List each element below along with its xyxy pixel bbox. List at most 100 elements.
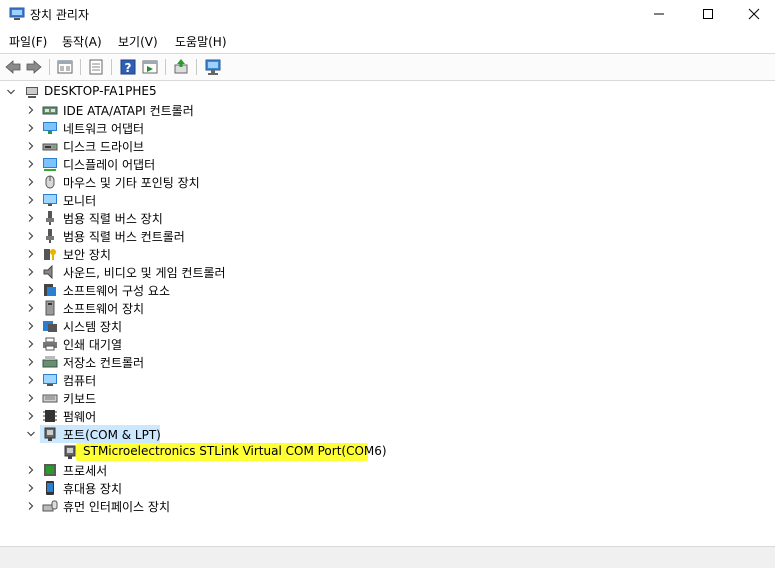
tree-category[interactable]: 프로세서 [0, 461, 775, 479]
tree-category[interactable]: 사운드, 비디오 및 게임 컨트롤러 [0, 263, 775, 281]
disk-drive-icon [42, 143, 58, 151]
svg-text:?: ? [125, 61, 132, 75]
tree-category[interactable]: 키보드 [0, 389, 775, 407]
maximize-icon [703, 9, 713, 19]
tree-category[interactable]: 펌웨어 [0, 407, 775, 425]
tree-item-label: 사운드, 비디오 및 게임 컨트롤러 [63, 266, 226, 280]
menu-file[interactable]: 파일(F) [9, 33, 47, 50]
chevron-right-icon[interactable] [26, 285, 36, 295]
toolbar-separator [196, 59, 197, 75]
tree-category[interactable]: 컴퓨터 [0, 371, 775, 389]
chevron-right-icon[interactable] [26, 231, 36, 241]
tree-category[interactable]: 모니터 [0, 191, 775, 209]
window-title: 장치 관리자 [30, 8, 90, 22]
display-adapter-icon [43, 158, 57, 171]
tree-device[interactable]: STMicroelectronics STLink Virtual COM Po… [0, 443, 775, 461]
tree-category[interactable]: 포트(COM & LPT) [0, 425, 775, 443]
scan-hardware-icon[interactable] [204, 58, 222, 76]
maximize-button[interactable] [685, 0, 731, 28]
chevron-right-icon[interactable] [26, 141, 36, 151]
chevron-right-icon[interactable] [26, 105, 36, 115]
tree-item-label: 포트(COM & LPT) [63, 428, 161, 442]
tree-item-label: 디스플레이 어댑터 [63, 158, 156, 172]
close-button[interactable] [731, 0, 775, 28]
device-view-icon[interactable] [56, 58, 74, 76]
monitor-icon [43, 194, 57, 206]
tree-category[interactable]: 마우스 및 기타 포인팅 장치 [0, 173, 775, 191]
close-icon [748, 8, 760, 20]
chevron-right-icon[interactable] [26, 357, 36, 367]
chevron-right-icon[interactable] [26, 249, 36, 259]
tree-category[interactable]: 디스플레이 어댑터 [0, 155, 775, 173]
portable-device-icon [46, 481, 54, 495]
scan-view-icon[interactable] [141, 58, 159, 76]
menu-help[interactable]: 도움말(H) [175, 33, 227, 50]
update-driver-icon[interactable] [172, 58, 190, 76]
tree-item-label: 펌웨어 [63, 410, 97, 424]
mouse-icon [45, 175, 55, 189]
properties-icon[interactable] [87, 58, 105, 76]
chevron-right-icon[interactable] [26, 195, 36, 205]
tree-root-label: DESKTOP-FA1PHE5 [44, 84, 157, 98]
chevron-right-icon[interactable] [26, 375, 36, 385]
tree-category[interactable]: 범용 직렬 버스 컨트롤러 [0, 227, 775, 245]
keyboard-icon [42, 394, 58, 403]
software-component-icon [44, 284, 56, 296]
tree-item-label: 범용 직렬 버스 장치 [63, 212, 163, 226]
chevron-right-icon[interactable] [26, 213, 36, 223]
tree-category[interactable]: 범용 직렬 버스 장치 [0, 209, 775, 227]
toolbar-separator [165, 59, 166, 75]
tree-category[interactable]: 인쇄 대기열 [0, 335, 775, 353]
tree-category[interactable]: 저장소 컨트롤러 [0, 353, 775, 371]
device-label: STMicroelectronics STLink Virtual COM Po… [83, 444, 387, 458]
minimize-button[interactable] [636, 0, 682, 28]
tree-item-label: 휴먼 인터페이스 장치 [63, 500, 170, 514]
tree-root[interactable]: DESKTOP-FA1PHE5 [0, 83, 775, 101]
chevron-right-icon[interactable] [26, 393, 36, 403]
computer-icon [43, 374, 57, 386]
firmware-icon [43, 410, 57, 422]
tree-item-label: 보안 장치 [63, 248, 111, 262]
chevron-right-icon[interactable] [26, 465, 36, 475]
chevron-right-icon[interactable] [26, 321, 36, 331]
tree-category[interactable]: 휴먼 인터페이스 장치 [0, 497, 775, 515]
tree-item-label: 키보드 [63, 392, 97, 406]
chevron-down-icon[interactable] [26, 429, 36, 439]
tree-category[interactable]: 디스크 드라이브 [0, 137, 775, 155]
network-adapter-icon [43, 122, 57, 134]
speaker-icon [43, 264, 53, 280]
tree-category[interactable]: IDE ATA/ATAPI 컨트롤러 [0, 101, 775, 119]
chevron-down-icon[interactable] [6, 87, 16, 97]
chevron-right-icon[interactable] [26, 501, 36, 511]
chevron-right-icon[interactable] [26, 159, 36, 169]
chevron-right-icon[interactable] [26, 339, 36, 349]
menu-action[interactable]: 동작(A) [62, 33, 102, 50]
menu-view[interactable]: 보기(V) [118, 33, 158, 50]
title-bar: 장치 관리자 [0, 0, 775, 28]
tree-category[interactable]: 소프트웨어 장치 [0, 299, 775, 317]
tree-category[interactable]: 소프트웨어 구성 요소 [0, 281, 775, 299]
port-icon [44, 427, 56, 441]
chevron-right-icon[interactable] [26, 483, 36, 493]
status-bar [0, 546, 775, 568]
toolbar: ? [0, 53, 775, 81]
security-device-icon [44, 249, 56, 260]
software-device-icon [45, 300, 55, 316]
toolbar-separator [49, 59, 50, 75]
back-arrow-icon[interactable] [4, 58, 22, 76]
tree-item-label: 디스크 드라이브 [63, 140, 145, 154]
help-icon[interactable]: ? [119, 58, 137, 76]
chevron-right-icon[interactable] [26, 267, 36, 277]
chevron-right-icon[interactable] [26, 123, 36, 133]
forward-arrow-icon[interactable] [25, 58, 43, 76]
processor-icon [44, 464, 56, 476]
tree-category[interactable]: 네트워크 어댑터 [0, 119, 775, 137]
device-manager-icon [9, 7, 25, 20]
tree-category[interactable]: 시스템 장치 [0, 317, 775, 335]
chevron-right-icon[interactable] [26, 411, 36, 421]
tree-category[interactable]: 보안 장치 [0, 245, 775, 263]
chevron-right-icon[interactable] [26, 177, 36, 187]
tree-category[interactable]: 휴대용 장치 [0, 479, 775, 497]
chevron-right-icon[interactable] [26, 303, 36, 313]
menu-bar: 파일(F) 동작(A) 보기(V) 도움말(H) [0, 30, 775, 52]
